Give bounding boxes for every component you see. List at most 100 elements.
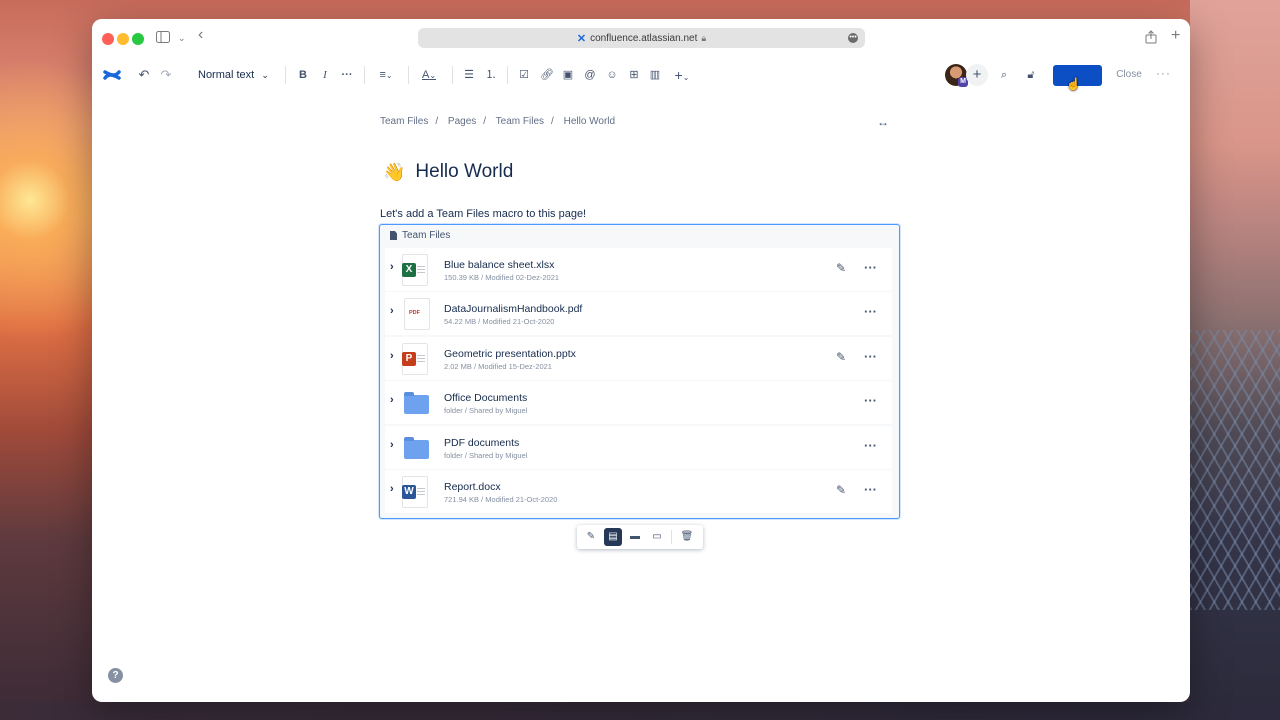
chevron-right-icon[interactable]: › — [390, 483, 394, 495]
address-bar[interactable]: ✕ confluence.atlassian.net 🔒︎ ••• — [418, 28, 865, 48]
layout-wide-icon[interactable]: ▬ — [626, 528, 644, 546]
excel-file-icon: X — [402, 254, 430, 286]
more-icon[interactable]: ··· — [864, 393, 877, 408]
action-item-icon[interactable]: ☑ — [518, 66, 530, 84]
full-width-toggle-icon[interactable]: ↔ — [877, 115, 889, 129]
chevron-down-icon: ⌄ — [261, 70, 269, 80]
mention-icon[interactable]: @ — [584, 66, 596, 84]
file-meta: 54.22 MB / Modified 21-Oct-2020 — [444, 317, 555, 327]
waving-hand-icon[interactable]: 👋 — [383, 162, 405, 183]
chevron-right-icon[interactable]: › — [390, 394, 394, 406]
file-row[interactable]: › W Report.docx 721.94 KB / Modified 21-… — [385, 469, 892, 513]
layout-full-width-icon[interactable]: ▭ — [648, 528, 666, 546]
file-name[interactable]: Office Documents — [444, 392, 527, 404]
file-meta: 150.39 KB / Modified 02-Dez-2021 — [444, 273, 560, 282]
redo-icon[interactable]: ↷ — [159, 66, 173, 84]
toolbar-divider — [285, 66, 286, 84]
restrictions-icon[interactable]: 🔓︎ — [1024, 66, 1038, 84]
toolbar-divider — [364, 66, 365, 84]
file-row[interactable]: › X Blue balance sheet.xlsx 150.39 KB / … — [385, 248, 892, 291]
file-name[interactable]: Geometric presentation.pptx — [444, 348, 576, 360]
url-text: confluence.atlassian.net — [590, 32, 698, 44]
chevron-right-icon[interactable]: › — [390, 261, 394, 273]
close-button[interactable]: Close — [1114, 65, 1144, 85]
desktop-wallpaper-bridge — [1190, 330, 1280, 610]
share-icon[interactable] — [1145, 30, 1157, 47]
file-meta: folder / Shared by Miguel — [444, 406, 528, 416]
file-row[interactable]: › PDF documents folder / Shared by Migue… — [385, 425, 892, 469]
edit-macro-icon[interactable]: ✎ — [582, 528, 600, 546]
layout-center-icon[interactable]: ▤ — [604, 528, 622, 546]
page-menu-icon[interactable]: ••• — [848, 33, 858, 43]
more-icon[interactable]: ··· — [864, 482, 877, 497]
link-icon[interactable]: 🔗︎ — [540, 66, 554, 84]
back-icon[interactable]: ‹ — [198, 27, 203, 43]
search-icon[interactable]: ⌕ — [998, 66, 1010, 84]
bold-icon[interactable]: B — [297, 66, 309, 84]
breadcrumb-item[interactable]: Hello World — [564, 116, 616, 127]
chevron-right-icon[interactable]: › — [390, 439, 394, 451]
align-icon[interactable]: ≡⌄ — [375, 66, 397, 84]
file-meta: 721.94 KB / Modified 21-Oct-2020 — [444, 494, 558, 504]
edit-icon[interactable]: ✎ — [836, 483, 846, 497]
intro-paragraph[interactable]: Let's add a Team Files macro to this pag… — [380, 208, 586, 220]
page-title[interactable]: Hello World — [415, 161, 513, 183]
edit-icon[interactable]: ✎ — [836, 261, 846, 275]
more-icon[interactable]: ··· — [864, 349, 877, 364]
confluence-favicon-icon: ✕ — [576, 32, 587, 45]
lock-icon: 🔒︎ — [701, 32, 707, 43]
chevron-right-icon[interactable]: › — [390, 305, 394, 317]
breadcrumb: Team Files / Pages / Team Files / Hello Wor… — [380, 116, 616, 127]
layout-icon[interactable]: ▥ — [649, 66, 661, 84]
sidebar-icon[interactable] — [156, 30, 170, 46]
word-file-icon: W — [402, 475, 430, 508]
delete-icon[interactable]: 🗑︎ — [678, 528, 696, 546]
breadcrumb-item[interactable]: Team Files — [496, 116, 544, 127]
bullet-list-icon[interactable]: ☰ — [463, 66, 475, 84]
table-icon[interactable]: ⊞ — [628, 66, 640, 84]
file-row[interactable]: › Office Documents folder / Shared by Mi… — [385, 381, 892, 425]
undo-icon[interactable]: ↶ — [137, 66, 151, 84]
file-row[interactable]: › P Geometric presentation.pptx 2.02 MB … — [385, 336, 892, 380]
minimize-window-button[interactable] — [117, 33, 129, 45]
file-name[interactable]: Blue balance sheet.xlsx — [444, 259, 554, 271]
file-list: › X Blue balance sheet.xlsx 150.39 KB / … — [385, 248, 892, 514]
file-name[interactable]: Report.docx — [444, 481, 501, 493]
file-name[interactable]: DataJournalismHandbook.pdf — [444, 303, 582, 315]
more-formatting-icon[interactable]: ··· — [340, 66, 354, 84]
chevron-right-icon[interactable]: › — [390, 350, 394, 362]
more-icon[interactable]: ··· — [864, 304, 877, 319]
toolbar-divider — [671, 530, 672, 544]
mouse-cursor-icon: ☝ — [1066, 77, 1081, 91]
more-icon[interactable]: ··· — [864, 260, 877, 275]
breadcrumb-item[interactable]: Team Files — [380, 116, 428, 127]
close-window-button[interactable] — [102, 33, 114, 45]
more-icon[interactable]: ··· — [864, 438, 877, 453]
more-actions-icon[interactable]: ··· — [1156, 66, 1171, 80]
breadcrumb-item[interactable]: Pages — [448, 116, 476, 127]
pdf-file-icon: PDF — [402, 298, 430, 331]
toolbar-divider — [408, 66, 409, 84]
insert-icon[interactable]: +⌄ — [671, 66, 693, 84]
macro-floating-toolbar: ✎ ▤ ▬ ▭ 🗑︎ — [577, 525, 703, 549]
numbered-list-icon[interactable]: ⒈ — [485, 66, 497, 84]
toolbar-divider — [452, 66, 453, 84]
help-icon[interactable]: ? — [108, 668, 123, 683]
italic-icon[interactable]: I — [319, 66, 331, 84]
text-color-icon[interactable]: A⌄ — [418, 66, 440, 84]
text-style-label: Normal text — [198, 69, 255, 81]
macro-header: Team Files — [390, 230, 450, 241]
text-style-dropdown[interactable]: Normal text ⌄ — [198, 66, 270, 84]
new-tab-icon[interactable]: + — [1171, 28, 1180, 44]
edit-icon[interactable]: ✎ — [836, 350, 846, 364]
image-icon[interactable]: ▣ — [562, 66, 574, 84]
emoji-icon[interactable]: ☺ — [606, 66, 618, 84]
file-row[interactable]: › PDF DataJournalismHandbook.pdf 54.22 M… — [385, 292, 892, 336]
confluence-logo-icon[interactable] — [103, 66, 121, 84]
folder-icon — [402, 432, 430, 464]
invite-button[interactable]: + — [966, 64, 988, 86]
team-files-macro[interactable]: Team Files › X Blue balance sheet.xlsx 1… — [379, 224, 900, 519]
chevron-down-icon[interactable]: ⌄ — [178, 30, 186, 46]
file-name[interactable]: PDF documents — [444, 437, 519, 449]
zoom-window-button[interactable] — [132, 33, 144, 45]
